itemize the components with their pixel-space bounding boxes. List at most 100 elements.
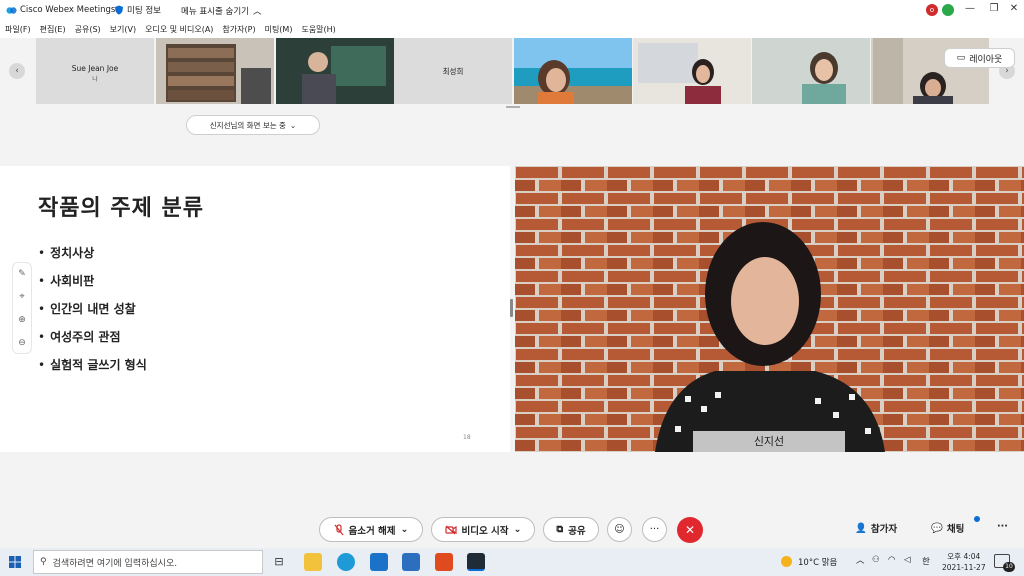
chevron-down-icon: ⌄ [289,120,297,130]
menu-bar: 파일(F) 편집(E) 공유(S) 보기(V) 오디오 및 비디오(A) 참가자… [0,22,1024,38]
notification-count-badge: 10 [1003,562,1015,572]
menu-meeting[interactable]: 미팅(M) [265,22,293,38]
shared-slide: 작품의 주제 분류 정치사상 사회비판 인간의 내면 성찰 여성주의 관점 실험… [0,166,510,452]
zoom-out-icon[interactable]: ⊖ [13,332,31,355]
tile-name: 최성희 [442,67,464,76]
restore-icon[interactable]: ❐ [986,3,1002,17]
close-icon: ✕ [684,523,696,537]
slide-bullet: 실험적 글쓰기 형식 [38,356,147,384]
hide-menu-bar-button[interactable]: 메뉴 표시줄 숨기기 ︿ [181,5,261,17]
slide-bullet: 사회비판 [38,272,147,300]
task-view-icon[interactable]: ⊟ [270,553,288,571]
slide-page-number: 18 [463,434,471,441]
video-off-icon [444,525,457,534]
taskbar-search-input[interactable]: ⚲ 검색하려면 여기에 입력하십시오. [33,550,263,574]
start-video-button[interactable]: 비디오 시작 ⌄ [431,517,535,542]
video-tile-woman-headset[interactable] [633,38,751,104]
pointer-icon[interactable]: ⌖ [13,286,31,309]
menu-file[interactable]: 파일(F) [5,22,31,38]
active-speaker-video[interactable]: 신지선 [515,166,1024,452]
webex-logo-icon [6,7,17,14]
tile-name: Sue Jean Joe [71,64,119,73]
panel-more-button[interactable]: ··· [997,521,1008,532]
video-tile-beach[interactable] [514,38,632,104]
viewing-share-dropdown[interactable]: 신지선님의 화면 보는 중 ⌄ [186,115,320,135]
slide-title: 작품의 주제 분류 [38,196,204,221]
video-tile-bookshelf[interactable] [156,38,274,104]
emoji-icon: ☺ [614,524,625,535]
layout-button[interactable]: ▭ 레이아웃 [944,48,1015,68]
video-tile-man-presentation[interactable] [276,38,394,104]
meeting-info-label: 미팅 정보 [127,6,161,16]
strip-prev-arrow-icon[interactable]: ‹ [9,63,25,79]
muted-mic-icon [334,523,343,535]
edge-browser-icon[interactable] [337,553,355,571]
chevron-down-icon[interactable]: ⌄ [514,524,522,535]
share-button[interactable]: ⧉ 공유 [543,517,599,542]
share-screen-icon: ⧉ [556,524,564,535]
speaker-video-image [515,166,1024,452]
volume-icon[interactable]: ◁ [904,555,911,565]
stage-splitter-handle[interactable] [510,299,513,317]
app-title: Cisco Webex Meetings [20,5,116,15]
unmute-button[interactable]: 음소거 해제 ⌄ [319,517,423,542]
chat-bubble-icon: 💬 [931,522,943,534]
ime-indicator[interactable]: 한 [922,555,930,567]
store-icon[interactable] [402,553,420,571]
layout-grid-icon: ▭ [956,53,966,63]
chevron-up-icon: ︿ [252,7,262,17]
meeting-info-button[interactable]: 미팅 정보 [114,4,161,16]
menu-share[interactable]: 공유(S) [75,22,101,38]
mail-icon[interactable] [370,553,388,571]
clock-time: 오후 4:04 [947,552,981,561]
start-video-label: 비디오 시작 [461,525,509,537]
windows-start-icon[interactable] [9,556,21,568]
woman-headset-video-image [633,38,751,104]
chevron-up-icon[interactable]: ︿ [856,554,865,566]
man-video-image [276,38,394,104]
menu-participants[interactable]: 참가자(P) [222,22,255,38]
annotate-pen-icon[interactable]: ✎ [13,263,31,286]
wifi-icon[interactable]: ◠ [888,555,895,565]
video-tile-woman-glasses[interactable] [752,38,870,104]
windows-taskbar: ⚲ 검색하려면 여기에 입력하십시오. ⊟ 10°C 맑음 ︿ ⚇ ◠ ◁ 한 … [0,548,1024,576]
menu-help[interactable]: 도움말(H) [301,22,335,38]
chat-label: 채팅 [946,524,965,535]
beach-video-image [514,38,632,104]
more-icon: ··· [649,524,660,535]
unmute-label: 음소거 해제 [348,525,396,537]
chat-unread-dot [974,516,980,522]
slide-bullet: 여성주의 관점 [38,328,147,356]
share-label: 공유 [568,525,586,537]
people-icon[interactable]: ⚇ [872,555,880,565]
participants-label: 참가자 [870,524,898,535]
title-bar: Cisco Webex Meetings 미팅 정보 메뉴 표시줄 숨기기 ︿ … [0,0,1024,22]
video-tile-self[interactable]: Sue Jean Joe 나 [36,38,154,104]
participants-button[interactable]: 👤 참가자 [855,521,898,536]
video-tile-choi[interactable]: 최성희 [394,38,512,104]
webex-taskbar-icon[interactable] [467,553,485,571]
more-options-button[interactable]: ··· [642,517,667,542]
chat-button[interactable]: 💬 채팅 [931,521,965,536]
meeting-controls: 음소거 해제 ⌄ 비디오 시작 ⌄ ⧉ 공유 ☺ ··· ✕ 👤 참가자 💬 채… [0,510,1024,548]
menu-audio-video[interactable]: 오디오 및 비디오(A) [145,22,213,38]
reactions-button[interactable]: ☺ [607,517,632,542]
taskbar-clock[interactable]: 오후 4:04 2021-11-27 [942,551,986,573]
file-explorer-icon[interactable] [304,553,322,571]
connection-status-icon[interactable] [942,4,954,16]
strip-resize-handle[interactable] [506,106,520,108]
zoom-in-icon[interactable]: ⊕ [13,309,31,332]
leave-meeting-button[interactable]: ✕ [677,517,703,543]
woman-glasses-video-image [752,38,870,104]
office-icon[interactable] [435,553,453,571]
tile-self-marker: 나 [92,76,98,83]
menu-edit[interactable]: 편집(E) [40,22,66,38]
chevron-down-icon[interactable]: ⌄ [401,524,409,535]
weather-label[interactable]: 10°C 맑음 [798,556,837,568]
menu-view[interactable]: 보기(V) [110,22,136,38]
slide-bullet: 정치사상 [38,244,147,272]
user-avatar[interactable]: o [926,4,938,16]
minimize-icon[interactable]: — [962,3,978,17]
close-icon[interactable]: ✕ [1006,3,1022,17]
search-icon: ⚲ [40,557,47,567]
